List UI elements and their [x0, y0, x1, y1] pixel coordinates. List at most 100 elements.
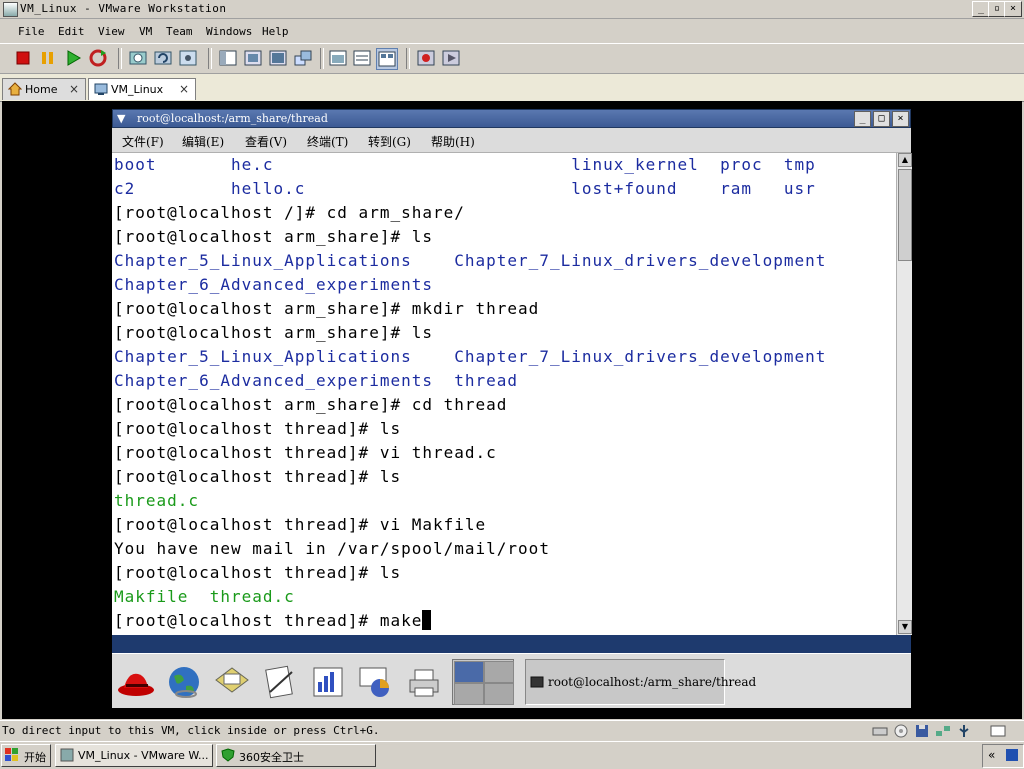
terminal-menu-bar: 文件(F) 编辑(E) 查看(V) 终端(T) 转到(G) 帮助(H) [112, 128, 911, 153]
menu-help[interactable]: Help [262, 25, 289, 38]
terminal-menu-edit[interactable]: 编辑(E) [182, 133, 224, 150]
menu-bar: File Edit View VM Team Windows Help [0, 22, 1024, 42]
start-button[interactable]: 开始 [1, 744, 51, 767]
workspace-pager[interactable] [452, 659, 514, 705]
windows-taskbar: 开始 VM_Linux - VMware W... 360安全卫士 « [0, 741, 1024, 769]
suspend-icon[interactable] [38, 48, 58, 68]
terminal-menu-goto[interactable]: 转到(G) [368, 133, 411, 150]
chevron-down-icon[interactable]: ▼ [117, 112, 125, 125]
terminal-text: Chapter_6_Advanced_experiments [114, 275, 433, 294]
workspace-3[interactable] [454, 683, 484, 705]
menu-file[interactable]: File [18, 25, 45, 38]
terminal-text: boot he.c [114, 155, 572, 174]
tab-home[interactable]: Home × [2, 78, 86, 100]
shield-icon [221, 748, 235, 765]
workspace-1[interactable] [454, 661, 484, 683]
cdrom-icon[interactable] [893, 724, 909, 741]
terminal-menu-view[interactable]: 查看(V) [245, 133, 287, 150]
menu-view[interactable]: View [98, 25, 125, 38]
printer-icon[interactable] [404, 662, 444, 702]
toolbar-separator [118, 48, 122, 69]
power-off-icon[interactable] [13, 48, 33, 68]
terminal-output[interactable]: boot he.c linux_kernel proc tmp c2 hello.… [112, 153, 896, 635]
terminal-text: Makfile thread.c [114, 587, 295, 606]
vmware-title-bar: VM_Linux - VMware Workstation _ ▫ × [0, 0, 1024, 19]
network-icon[interactable] [935, 724, 951, 741]
record-icon[interactable] [416, 48, 436, 68]
terminal-line: Chapter_5_Linux_Applications Chapter_7_L… [114, 249, 826, 273]
guest-terminal-window[interactable]: ▼ root@localhost:/arm_share/thread _ □ ×… [112, 109, 912, 708]
guest-task-terminal[interactable]: root@localhost:/arm_share/thread [525, 659, 756, 705]
terminal-title: root@localhost:/arm_share/thread [137, 112, 328, 125]
snapshot-manager-icon[interactable] [178, 48, 198, 68]
revert-snapshot-icon[interactable] [153, 48, 173, 68]
writer-icon[interactable] [260, 662, 300, 702]
terminal-menu-file[interactable]: 文件(F) [122, 133, 164, 150]
terminal-title-bar: ▼ root@localhost:/arm_share/thread _ □ × [112, 109, 911, 128]
language-icon[interactable] [1005, 748, 1019, 765]
terminal-text: linux_kernel proc tmp [571, 155, 816, 174]
terminal-text: [root@localhost thread]# make [114, 611, 423, 630]
sidebar-view-icon[interactable] [218, 48, 238, 68]
vmware-app-icon [3, 2, 18, 17]
terminal-line: thread.c [114, 489, 199, 513]
terminal-menu-help[interactable]: 帮助(H) [431, 133, 475, 150]
terminal-scrollbar[interactable]: ▲ ▼ [896, 153, 912, 635]
scroll-thumb[interactable] [898, 169, 912, 261]
terminal-icon [530, 675, 544, 692]
usb-icon[interactable] [956, 724, 972, 741]
summary-view-icon[interactable] [352, 48, 372, 68]
terminal-text: [root@localhost /]# cd arm_share/ [114, 203, 465, 222]
vm-icon [94, 82, 108, 99]
terminal-line: [root@localhost thread]# vi Makfile [114, 513, 486, 537]
email-icon[interactable] [212, 662, 252, 702]
unity-icon[interactable] [293, 48, 313, 68]
terminal-minimize-button[interactable]: _ [854, 111, 871, 127]
redhat-menu-icon[interactable] [116, 662, 156, 702]
terminal-line: You have new mail in /var/spool/mail/roo… [114, 537, 550, 561]
replay-icon[interactable] [441, 48, 461, 68]
taskbar-item-vmware[interactable]: VM_Linux - VMware W... [55, 744, 213, 767]
terminal-text: [root@localhost arm_share]# ls [114, 323, 433, 342]
status-bar: To direct input to this VM, click inside… [0, 720, 1024, 741]
tray-expand-icon[interactable]: « [988, 748, 995, 762]
menu-vm[interactable]: VM [139, 25, 152, 38]
terminal-text: Chapter_5_Linux_Applications Chapter_7_L… [114, 251, 827, 270]
close-button[interactable]: × [1004, 1, 1022, 17]
terminal-close-button[interactable]: × [892, 111, 909, 127]
quick-switch-icon[interactable] [243, 48, 263, 68]
guest-panel: root@localhost:/arm_share/thread [112, 653, 911, 708]
workspace-2[interactable] [484, 661, 514, 683]
close-icon[interactable]: × [69, 82, 79, 96]
web-browser-icon[interactable] [164, 662, 204, 702]
presentation-icon[interactable] [356, 662, 396, 702]
tab-vm-linux[interactable]: VM_Linux × [88, 78, 196, 100]
terminal-text: [root@localhost thread]# vi Makfile [114, 515, 487, 534]
spreadsheet-icon[interactable] [308, 662, 348, 702]
reset-icon[interactable] [88, 48, 108, 68]
floppy-icon[interactable] [914, 724, 930, 741]
terminal-line: Chapter_6_Advanced_experiments thread [114, 369, 518, 393]
scroll-up-icon[interactable]: ▲ [898, 153, 912, 167]
hdd-icon[interactable] [872, 724, 888, 741]
menu-windows[interactable]: Windows [206, 25, 252, 38]
snapshot-icon[interactable] [128, 48, 148, 68]
terminal-text: lost+found ram usr [571, 179, 816, 198]
console-view-icon[interactable] [328, 48, 348, 68]
system-tray: « [982, 744, 1024, 768]
full-screen-icon[interactable] [268, 48, 288, 68]
menu-edit[interactable]: Edit [58, 25, 85, 38]
menu-team[interactable]: Team [166, 25, 193, 38]
terminal-menu-terminal[interactable]: 终端(T) [307, 133, 348, 150]
workspace-4[interactable] [484, 683, 514, 705]
terminal-line: [root@localhost arm_share]# ls [114, 321, 433, 345]
scroll-down-icon[interactable]: ▼ [898, 620, 912, 634]
close-icon[interactable]: × [179, 82, 189, 96]
thumbnail-view-icon[interactable] [376, 48, 398, 70]
message-log-icon[interactable] [990, 724, 1006, 741]
terminal-line: [root@localhost /]# cd arm_share/ [114, 201, 465, 225]
toolbar-separator [406, 48, 410, 69]
power-on-icon[interactable] [63, 48, 83, 68]
terminal-maximize-button[interactable]: □ [873, 111, 890, 127]
taskbar-item-360[interactable]: 360安全卫士 [216, 744, 376, 767]
